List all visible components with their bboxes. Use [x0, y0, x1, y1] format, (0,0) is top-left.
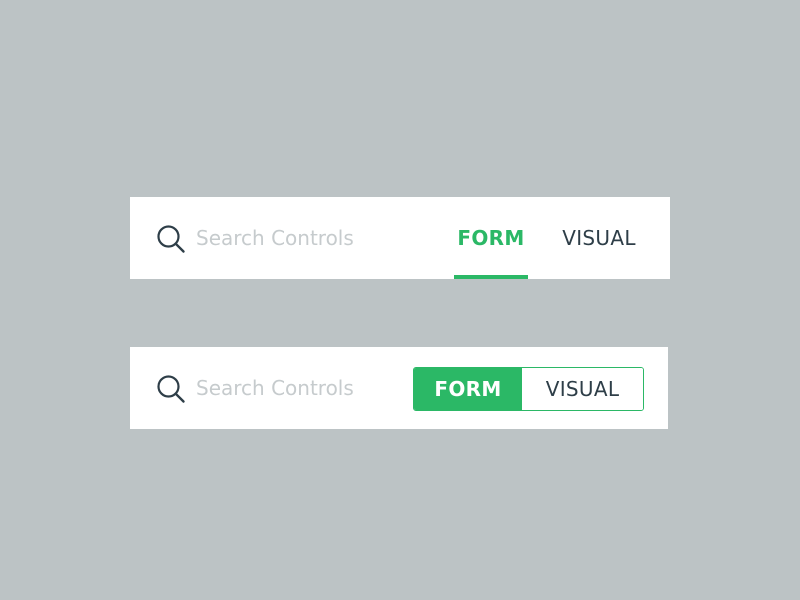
segment-visual[interactable]: VISUAL [522, 368, 643, 410]
active-tab-indicator [454, 275, 528, 279]
segment-form[interactable]: FORM [414, 368, 522, 410]
tab-form-label: FORM [457, 226, 525, 250]
tab-form[interactable]: FORM [454, 197, 528, 279]
search-input[interactable] [196, 221, 396, 255]
segment-form-label: FORM [434, 377, 502, 401]
search-bar-segmented: FORM VISUAL [130, 347, 668, 429]
search-icon[interactable] [156, 374, 186, 404]
search-bar-tabs: FORM VISUAL [130, 197, 670, 279]
tab-visual[interactable]: VISUAL [552, 197, 646, 279]
search-icon[interactable] [156, 224, 186, 254]
segment-visual-label: VISUAL [545, 377, 620, 401]
search-input[interactable] [196, 371, 396, 405]
segmented-control: FORM VISUAL [413, 367, 644, 411]
tab-visual-label: VISUAL [562, 226, 636, 250]
